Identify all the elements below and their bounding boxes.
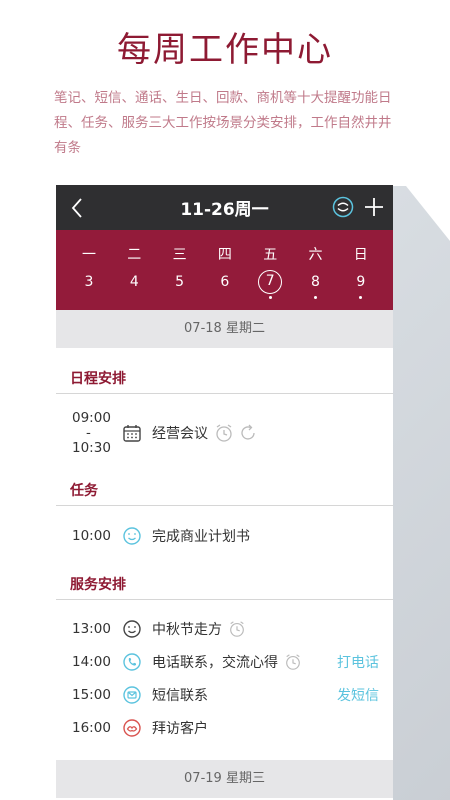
service-time: 14:00: [72, 653, 111, 670]
service-text: 电话联系，交流心得: [152, 654, 278, 671]
alarm-clock-icon: [286, 653, 300, 670]
weekday-name: 二: [127, 247, 142, 263]
day-4[interactable]: 二4: [119, 244, 149, 294]
event-dot: [314, 296, 317, 299]
service-time: 16:00: [72, 719, 111, 736]
phone-icon: [123, 652, 141, 671]
schedule-time: 09:00 - 10:30: [72, 409, 111, 456]
section-title-tasks: 任务: [56, 472, 393, 506]
day-number: 8: [311, 274, 320, 290]
back-arrow-icon[interactable]: [70, 197, 84, 219]
day-number: 5: [175, 274, 185, 290]
section-title-schedule: 日程安排: [56, 360, 393, 394]
task-text: 完成商业计划书: [152, 529, 250, 545]
service-item[interactable]: 16:00 拜访客户: [56, 711, 393, 744]
sync-icon[interactable]: [332, 196, 354, 218]
schedule-item[interactable]: 09:00 - 10:30 经营会议: [56, 394, 393, 472]
weekday-name: 一: [82, 247, 96, 263]
date-header: 07-18 星期二: [56, 310, 393, 348]
event-dot: [359, 296, 363, 299]
weekday-name: 六: [308, 247, 323, 263]
schedule-text: 经营会议: [152, 426, 208, 442]
weekday-name: 四: [217, 247, 232, 263]
day-number: 9: [356, 274, 366, 290]
service-time: 13:00: [72, 620, 111, 637]
day-3[interactable]: 一3: [74, 244, 104, 294]
day-number: 3: [84, 274, 94, 290]
service-text: 中秋节走方: [152, 621, 222, 638]
phone-screen: 11-26周一 一3二4三5四6五7六8日9 07-18 星期二 日程安排 09…: [56, 185, 393, 800]
day-9[interactable]: 日9: [346, 244, 376, 299]
event-dot: [268, 296, 272, 299]
calendar-icon: [123, 425, 141, 442]
service-item[interactable]: 13:00 中秋节走方: [56, 612, 393, 645]
current-date-title: 11-26周一: [180, 200, 269, 220]
weekday-name: 日: [353, 247, 368, 263]
service-time: 15:00: [72, 686, 111, 703]
day-7[interactable]: 五7: [255, 244, 285, 299]
section-title-service: 服务安排: [56, 566, 393, 600]
promo-description: 笔记、短信、通话、生日、回款、商机等十大提醒功能日程、任务、服务三大工作按场景分…: [54, 90, 392, 156]
weekday-name: 三: [172, 247, 187, 263]
task-item[interactable]: 10:00 完成商业计划书: [56, 506, 393, 566]
repeat-icon: [241, 424, 255, 440]
sms-icon: [123, 685, 141, 704]
call-button[interactable]: 打电话: [337, 652, 379, 672]
alarm-clock-icon: [230, 620, 244, 637]
week-selector: 一3二4三5四6五7六8日9: [56, 230, 393, 310]
visit-icon: [123, 718, 141, 737]
day-5[interactable]: 三5: [165, 244, 195, 294]
date-header: 07-19 星期三: [56, 760, 393, 798]
add-icon[interactable]: [362, 195, 386, 219]
send-sms-button[interactable]: 发短信: [337, 685, 379, 705]
day-8[interactable]: 六8: [301, 244, 331, 299]
weekday-name: 五: [263, 247, 278, 263]
promo-title: 每周工作中心: [117, 30, 333, 70]
alarm-clock-icon: [216, 424, 232, 442]
day-6[interactable]: 四6: [210, 244, 240, 294]
smile-icon: [123, 527, 141, 545]
task-time: 10:00: [72, 528, 111, 544]
service-text: 拜访客户: [152, 720, 208, 737]
day-number: 6: [220, 274, 230, 290]
day-number: 7: [258, 270, 283, 294]
service-item[interactable]: 15:00 短信联系 发短信: [56, 678, 393, 711]
top-bar: 11-26周一: [56, 185, 393, 230]
decorative-shadow: [392, 186, 450, 800]
day-number: 4: [129, 274, 139, 290]
smile-icon: [123, 619, 141, 638]
service-text: 短信联系: [152, 687, 208, 704]
service-item[interactable]: 14:00 电话联系，交流心得 打电话: [56, 645, 393, 678]
